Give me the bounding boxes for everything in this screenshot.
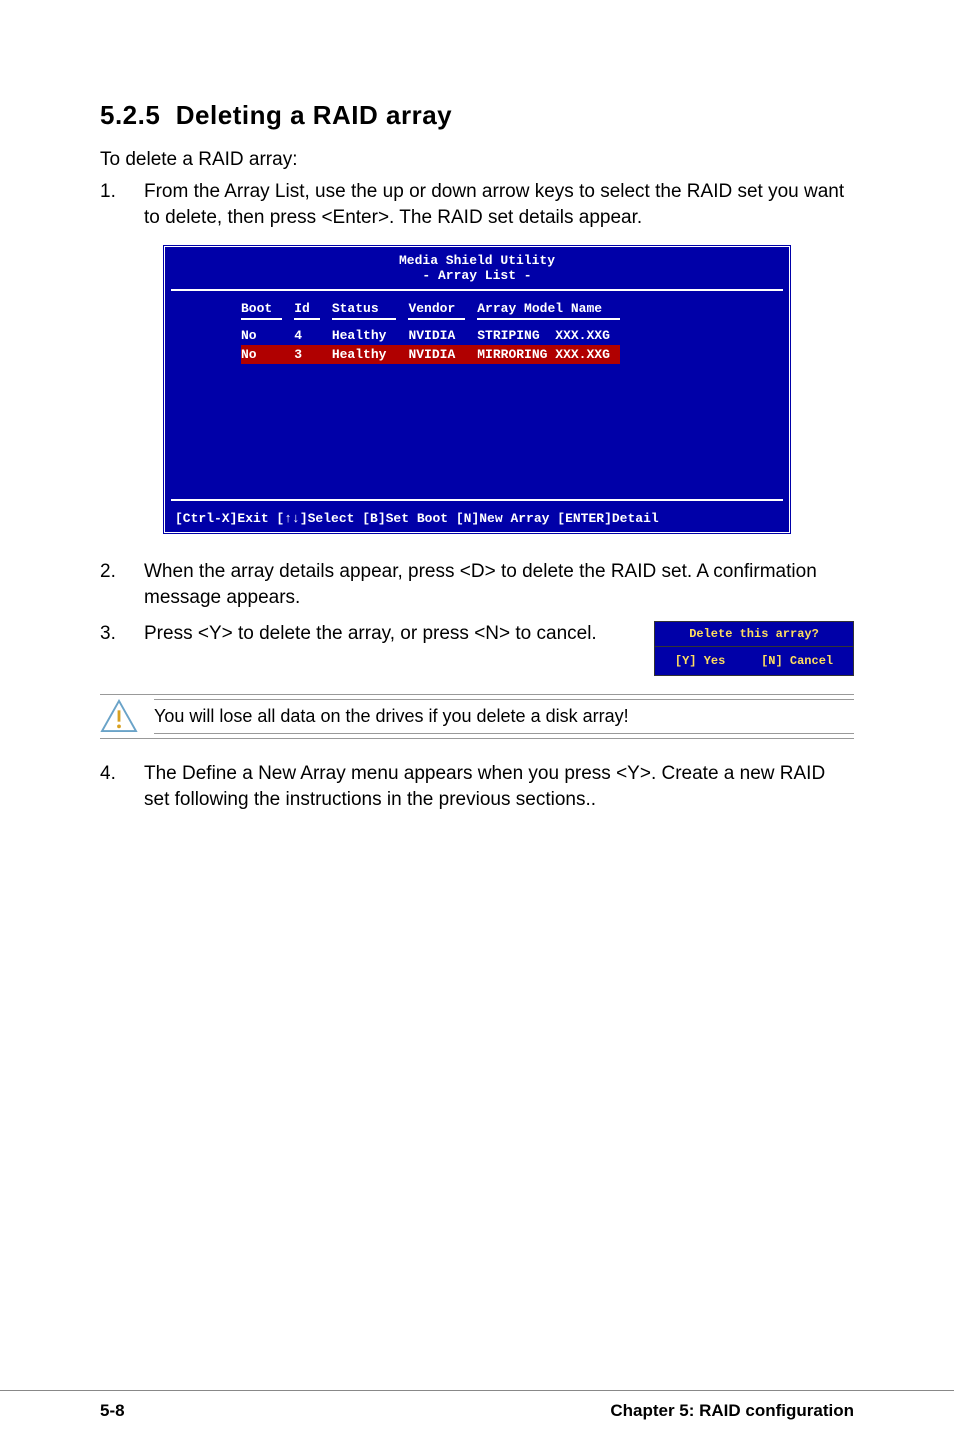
step-1: 1. From the Array List, use the up or do… xyxy=(100,179,854,230)
step-number: 1. xyxy=(100,179,144,230)
cell-status: Healthy xyxy=(332,345,397,364)
col-id: Id xyxy=(294,299,320,320)
step-text: The Define a New Array menu appears when… xyxy=(144,761,854,812)
section-number: 5.2.5 xyxy=(100,100,160,130)
cell-vendor: NVIDIA xyxy=(408,345,465,364)
col-model: Array Model Name xyxy=(477,299,620,320)
step-2: 2. When the array details appear, press … xyxy=(100,559,854,610)
cell-id: 3 xyxy=(294,345,320,364)
cell-vendor: NVIDIA xyxy=(408,326,465,345)
col-status: Status xyxy=(332,299,397,320)
cell-model: MIRRORING XXX.XXG xyxy=(477,345,620,364)
step-number: 3. xyxy=(100,621,144,676)
chapter-label: Chapter 5: RAID configuration xyxy=(610,1401,854,1438)
col-vendor: Vendor xyxy=(408,299,465,320)
section-heading: 5.2.5 Deleting a RAID array xyxy=(100,100,854,131)
step-number: 4. xyxy=(100,761,144,812)
bios-screenshot: Media Shield Utility - Array List - Boot… xyxy=(162,244,792,535)
bios-footer-keys: [Ctrl-X]Exit [↑↓]Select [B]Set Boot [N]N… xyxy=(165,505,789,532)
step-text: When the array details appear, press <D>… xyxy=(144,559,854,610)
confirm-no[interactable]: [N] Cancel xyxy=(761,653,833,669)
cell-model: STRIPING XXX.XXG xyxy=(477,326,620,345)
warning-icon xyxy=(100,699,138,733)
step-number: 2. xyxy=(100,559,144,610)
lead-text: To delete a RAID array: xyxy=(100,149,854,171)
bios-title-line2: - Array List - xyxy=(165,268,789,283)
table-row-selected[interactable]: No 3 Healthy NVIDIA MIRRORING XXX.XXG xyxy=(241,345,620,364)
cell-status: Healthy xyxy=(332,326,397,345)
section-title-text: Deleting a RAID array xyxy=(176,100,452,130)
page-number: 5-8 xyxy=(100,1401,125,1438)
cell-id: 4 xyxy=(294,326,320,345)
bios-title-line1: Media Shield Utility xyxy=(165,253,789,268)
warning-callout: You will lose all data on the drives if … xyxy=(100,694,854,739)
confirm-yes[interactable]: [Y] Yes xyxy=(675,653,725,669)
confirm-title: Delete this array? xyxy=(655,622,853,647)
bios-divider xyxy=(171,289,783,291)
step-4: 4. The Define a New Array menu appears w… xyxy=(100,761,854,812)
bios-array-table: Boot Id Status Vendor Array Model Name xyxy=(241,299,620,364)
step-3: 3. Press <Y> to delete the array, or pre… xyxy=(100,621,854,676)
col-boot: Boot xyxy=(241,299,282,320)
step-text: From the Array List, use the up or down … xyxy=(144,179,854,230)
cell-boot: No xyxy=(241,345,282,364)
table-row[interactable]: No 4 Healthy NVIDIA STRIPING XXX.XXG xyxy=(241,326,620,345)
warning-text: You will lose all data on the drives if … xyxy=(154,699,854,734)
cell-boot: No xyxy=(241,326,282,345)
confirm-dialog: Delete this array? [Y] Yes [N] Cancel xyxy=(654,621,854,676)
bios-divider xyxy=(171,499,783,501)
step-text: Press <Y> to delete the array, or press … xyxy=(144,621,634,647)
page-footer: 5-8 Chapter 5: RAID configuration xyxy=(0,1390,954,1438)
